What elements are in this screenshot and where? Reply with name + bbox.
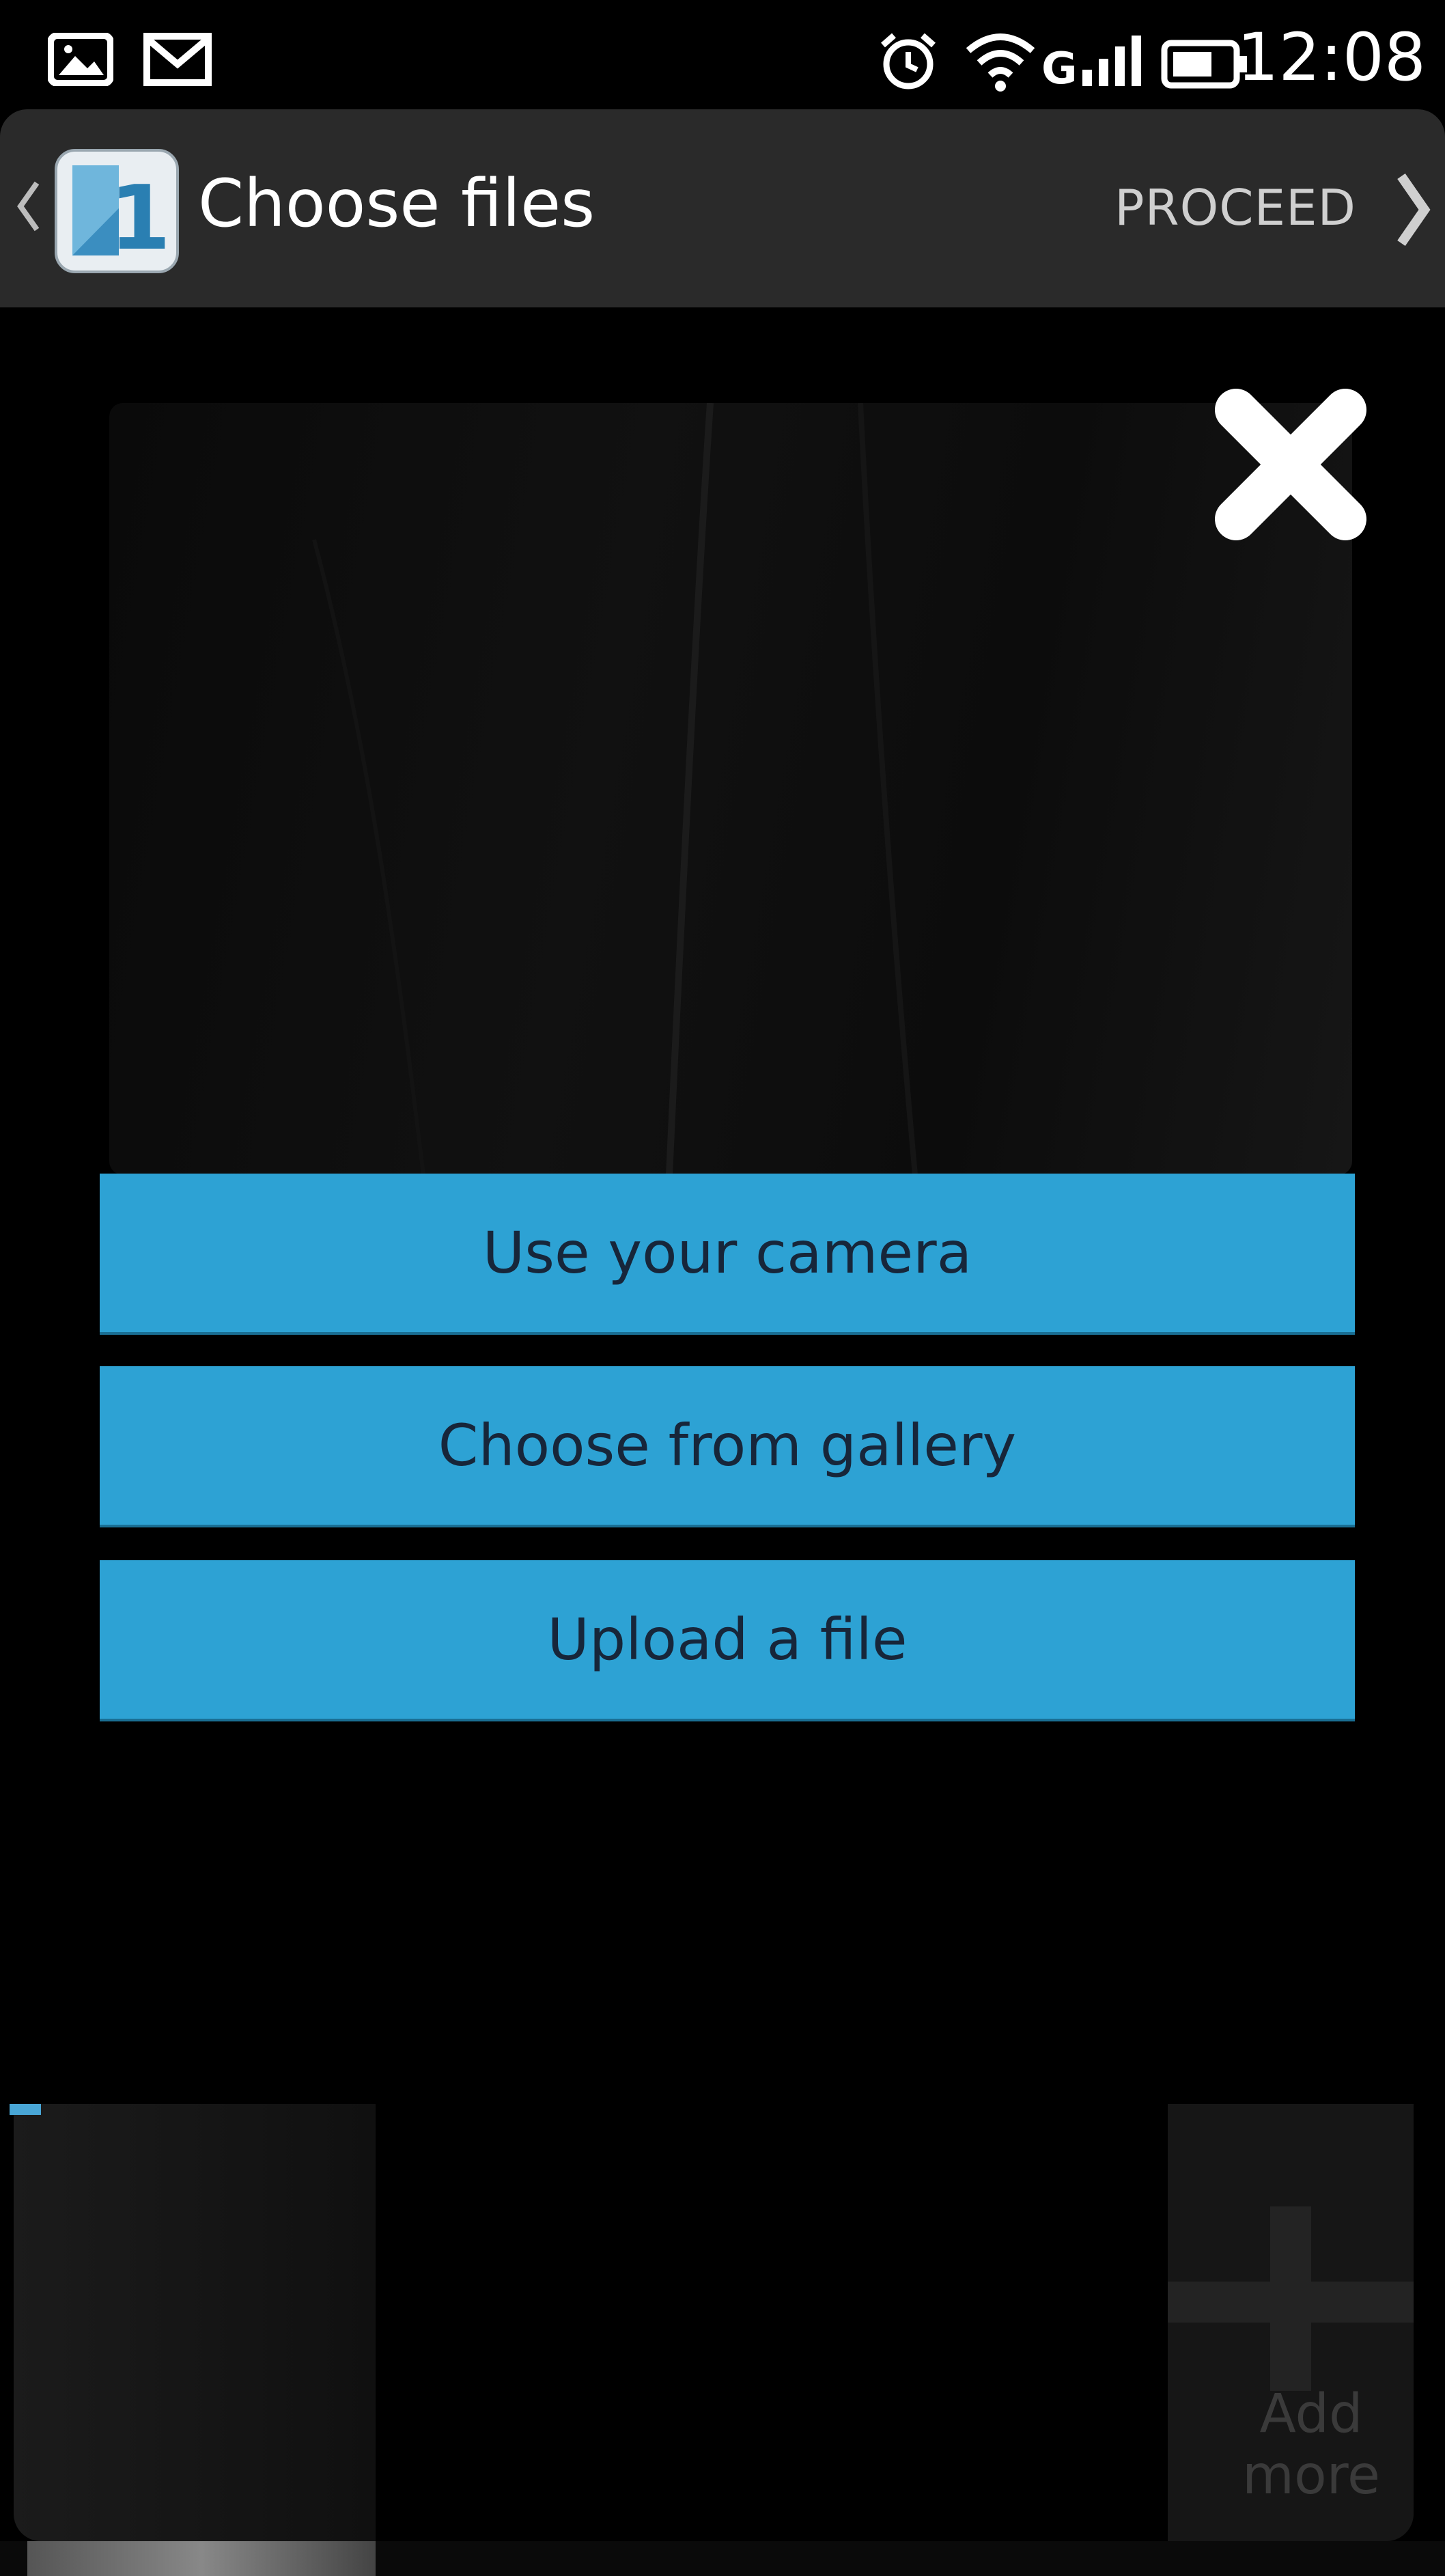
preview-texture xyxy=(312,402,918,1176)
signal-icon: G xyxy=(1041,34,1151,94)
plus-icon xyxy=(1168,2206,1414,2391)
proceed-chevron-icon[interactable] xyxy=(1393,172,1434,250)
close-button[interactable] xyxy=(1209,383,1373,546)
gmail-icon xyxy=(143,33,212,89)
page-title: Choose files xyxy=(198,165,595,242)
app-logo[interactable]: 1 xyxy=(52,146,182,276)
proceed-button[interactable]: PROCEED xyxy=(1114,183,1356,232)
wifi-icon xyxy=(963,27,1038,96)
add-more-label: Add more xyxy=(1241,2383,1381,2506)
status-bar: G 12:08 xyxy=(0,0,1445,116)
image-notification-icon xyxy=(47,32,114,89)
close-icon xyxy=(1215,389,1366,540)
app-logo-number: 1 xyxy=(109,166,171,270)
upload-file-button[interactable]: Upload a file xyxy=(100,1560,1355,1719)
clock: 12:08 xyxy=(1237,19,1426,96)
choose-from-gallery-button[interactable]: Choose from gallery xyxy=(100,1366,1355,1525)
thumbnail-item[interactable] xyxy=(14,2104,376,2541)
svg-text:G: G xyxy=(1041,44,1078,89)
thumbnail-placeholder xyxy=(376,2096,1168,2576)
camera-preview xyxy=(109,402,1352,1176)
alarm-icon xyxy=(878,30,939,94)
selected-indicator xyxy=(10,2104,41,2115)
use-camera-button[interactable]: Use your camera xyxy=(100,1174,1355,1332)
back-chevron-icon[interactable] xyxy=(15,179,42,236)
thumbnail-bottom-strip xyxy=(27,2541,376,2576)
